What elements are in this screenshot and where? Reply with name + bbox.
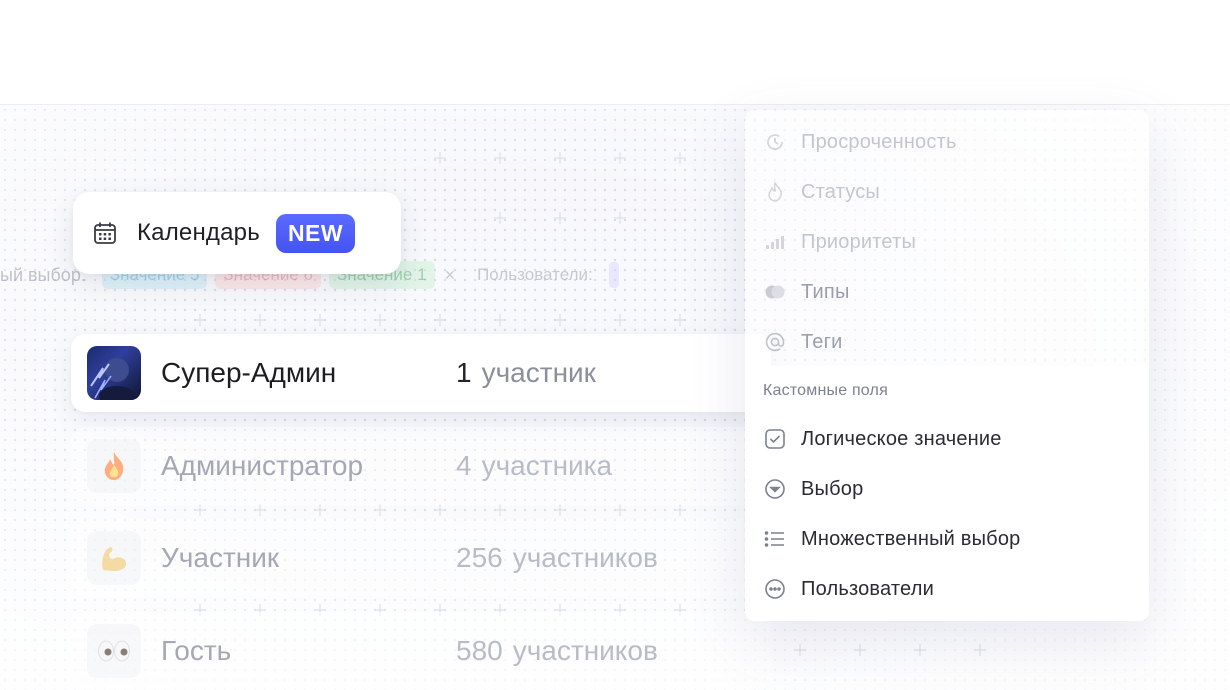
menu-item-priorities[interactable]: Приоритеты [763, 227, 916, 257]
menu-item-label: Пользователи [801, 577, 934, 600]
users-icon [763, 577, 787, 601]
menu-item-label: Выбор [801, 477, 864, 500]
avatar [87, 346, 141, 400]
menu-item-label: Множественный выбор [801, 527, 1021, 550]
fire-emoji-icon [87, 439, 141, 493]
calendar-label: Календарь [137, 219, 260, 246]
at-icon [763, 330, 787, 354]
clock-icon [763, 130, 787, 154]
select-icon [763, 477, 787, 501]
member-count: 4 участника [456, 450, 613, 481]
new-badge: NEW [275, 213, 356, 253]
flexed-biceps-emoji-icon [87, 531, 141, 585]
role-name: Гость [161, 635, 232, 666]
calendar-icon [91, 219, 119, 247]
flame-icon [763, 180, 787, 204]
menu-item-label: Теги [801, 330, 843, 353]
role-name: Супер-Админ [161, 357, 337, 388]
menu-item-tags[interactable]: Теги [763, 327, 842, 357]
eyes-emoji-icon [87, 624, 141, 678]
role-row[interactable]: Участник 256 участников [71, 519, 771, 597]
menu-item-label: Статусы [801, 180, 880, 203]
member-count: 1 участник [456, 357, 596, 388]
menu-item-label: Просроченность [801, 130, 957, 153]
field-dropdown: Просроченность Статусы Приоритеты Типы Т… [745, 110, 1149, 621]
menu-item-overdue[interactable]: Просроченность [763, 127, 957, 157]
menu-item-label: Типы [801, 280, 850, 303]
types-icon [763, 280, 787, 304]
list-icon [763, 527, 787, 551]
member-count: 256 участников [456, 542, 658, 573]
clear-filter-icon[interactable]: × [445, 265, 456, 286]
role-name: Администратор [161, 450, 364, 481]
menu-item-types[interactable]: Типы [763, 277, 850, 307]
calendar-pill[interactable]: Календарь NEW [73, 192, 401, 274]
users-filter-chip[interactable] [608, 262, 619, 288]
role-name: Участник [161, 542, 280, 573]
menu-item-label: Логическое значение [801, 427, 1002, 450]
menu-item-label: Приоритеты [801, 230, 917, 253]
menu-item-boolean[interactable]: Логическое значение [763, 424, 1002, 454]
role-row[interactable]: Супер-Админ 1 участник [71, 334, 771, 412]
users-filter-label: Пользователи: [477, 265, 593, 284]
menu-item-users[interactable]: Пользователи [763, 574, 934, 604]
role-row[interactable]: Администратор 4 участника [71, 427, 771, 505]
checkbox-icon [763, 427, 787, 451]
role-row[interactable]: Гость 580 участников [71, 612, 771, 690]
section-title: Кастомные поля [763, 382, 888, 399]
bars-icon [763, 230, 787, 254]
member-count: 580 участников [456, 635, 658, 666]
menu-item-multiselect[interactable]: Множественный выбор [763, 524, 1020, 554]
menu-item-select[interactable]: Выбор [763, 474, 863, 504]
menu-item-statuses[interactable]: Статусы [763, 177, 880, 207]
filter-label: ый выбор: [0, 264, 86, 285]
